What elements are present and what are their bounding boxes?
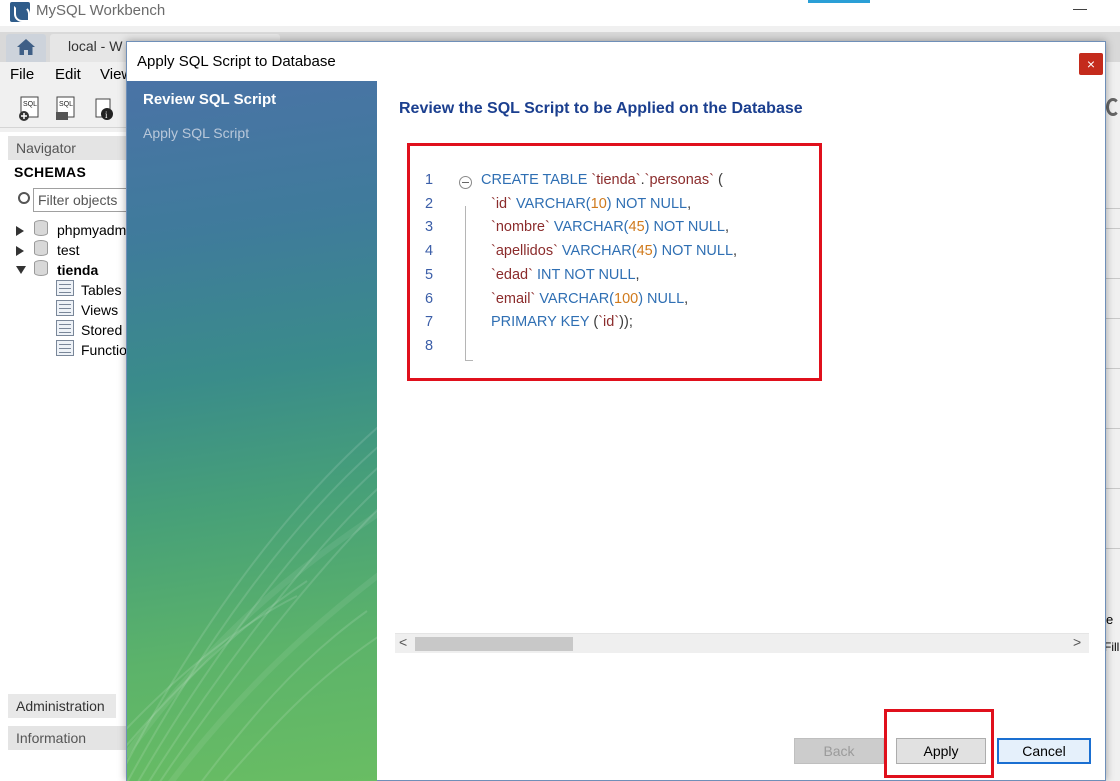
function-group-icon [56,340,74,356]
tree-item-label: Views [81,302,119,318]
navigator-header: Navigator [8,136,126,160]
menu-file[interactable]: File [10,66,34,83]
right-panel-edge [1106,88,1120,781]
navigator-title: Navigator [16,140,76,156]
settings-icon[interactable] [1106,98,1120,116]
scroll-left-arrow-icon[interactable]: < [399,634,407,650]
scrollbar-thumb[interactable] [415,637,573,651]
menu-edit[interactable]: Edit [55,66,81,83]
code-highlight-box [407,143,822,381]
view-group-icon [56,300,74,316]
home-tab[interactable] [6,34,46,62]
schema-name: phpmyadm [57,222,127,238]
schemas-label: SCHEMAS [14,164,87,180]
back-button[interactable]: Back [794,738,884,764]
database-icon [34,260,48,276]
schema-name: tienda [57,262,99,278]
step-review-sql-script: Review SQL Script [143,91,277,108]
inspector-icon[interactable]: i [94,96,118,122]
open-sql-script-icon[interactable]: SQL [54,96,78,122]
expand-arrow-icon[interactable] [16,246,24,256]
procedure-group-icon [56,320,74,336]
collapse-arrow-icon[interactable] [16,266,26,274]
scroll-right-arrow-icon[interactable]: > [1073,634,1081,650]
information-header: Information [8,726,126,750]
tree-item-label: Tables [81,282,122,298]
database-icon [34,240,48,256]
close-button[interactable]: × [1079,53,1103,75]
administration-tab[interactable]: Administration [8,694,116,718]
minimize-button[interactable]: — [1068,0,1092,22]
tree-item-label: Functio [81,342,127,358]
right-panel-text: e [1106,612,1114,627]
tree-item-label: Stored [81,322,123,338]
schema-name: test [57,242,80,258]
filter-placeholder: Filter objects [38,192,118,208]
navigator-panel: Navigator SCHEMAS Filter objects phpmyad… [0,132,133,781]
horizontal-scrollbar[interactable]: < > [395,633,1089,653]
wizard-steps-sidebar: Review SQL Script Apply SQL Script [127,81,377,781]
search-icon [18,192,30,204]
new-sql-tab-icon[interactable]: SQL [18,96,42,122]
sidebar-decoration [127,426,377,781]
window-title: MySQL Workbench [36,2,166,19]
administration-tab-label: Administration [16,698,105,714]
titlebar-accent [808,0,870,3]
home-icon [17,39,35,55]
table-group-icon [56,280,74,296]
svg-text:SQL: SQL [59,101,73,108]
dialog-titlebar: Apply SQL Script to Database × [127,42,1105,81]
dialog-title: Apply SQL Script to Database [137,53,336,70]
filter-objects-input[interactable]: Filter objects [33,188,133,212]
svg-text:SQL: SQL [23,101,37,108]
step-apply-sql-script: Apply SQL Script [143,125,250,141]
right-panel-fill-label: Fill [1104,640,1120,654]
expand-arrow-icon[interactable] [16,226,24,236]
database-icon [34,220,48,236]
review-heading: Review the SQL Script to be Applied on t… [399,100,803,117]
workbench-titlebar: MySQL Workbench — [0,0,1120,26]
apply-sql-script-dialog: Apply SQL Script to Database × Review SQ… [126,41,1106,781]
cancel-button[interactable]: Cancel [997,738,1091,764]
mysql-workbench-logo-icon [10,2,30,22]
apply-highlight-box [884,709,994,778]
connection-tab-label: local - W [68,38,123,54]
information-title: Information [16,730,87,746]
